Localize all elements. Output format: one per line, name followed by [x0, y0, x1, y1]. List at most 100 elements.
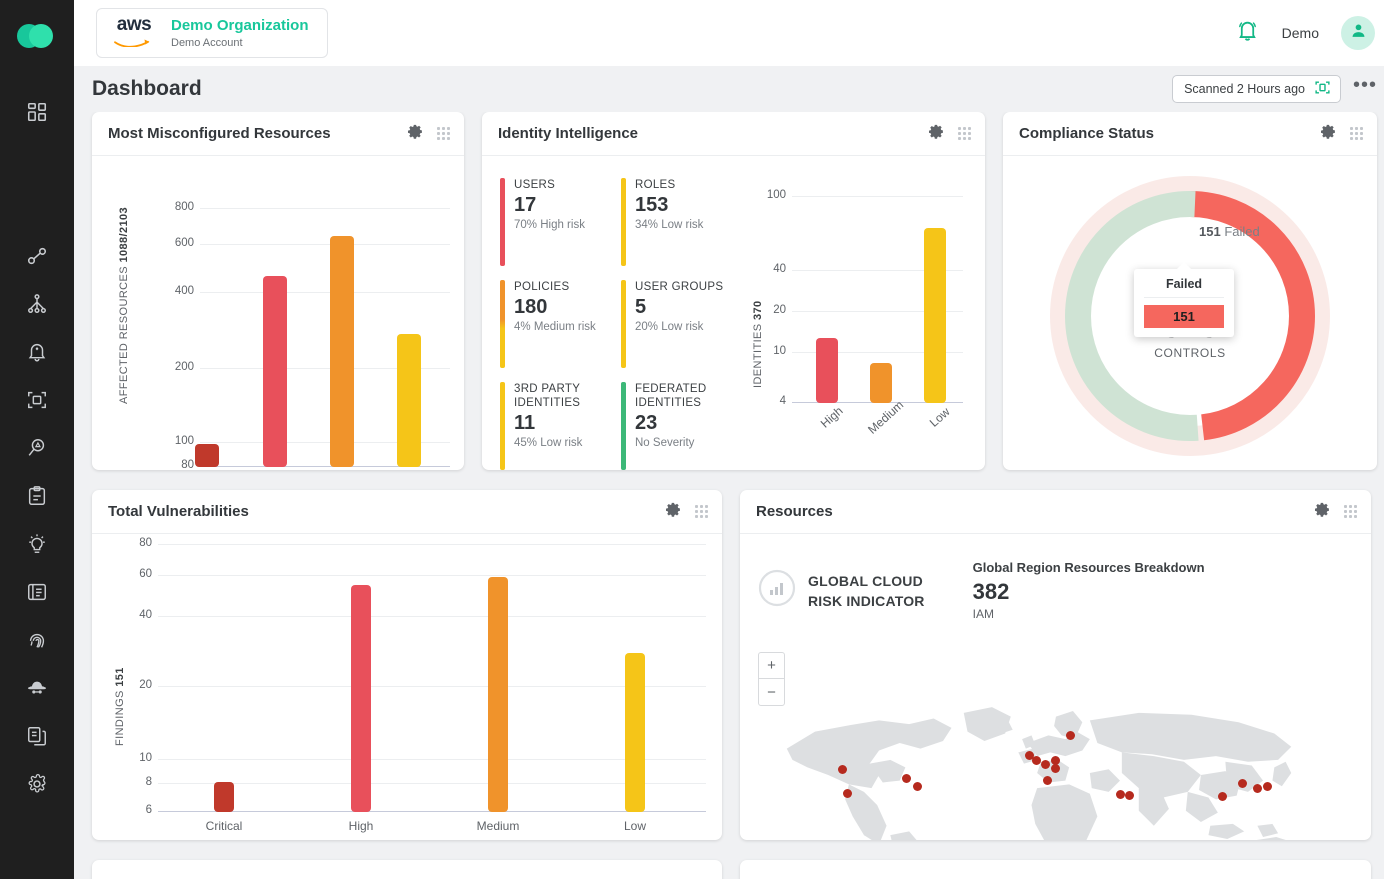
tile-value: 180: [514, 296, 596, 318]
report-list-icon: [26, 581, 48, 603]
map-zoom-in-button[interactable]: +: [759, 653, 784, 679]
bar-high[interactable]: [816, 338, 838, 403]
scan-status-label: Scanned 2 Hours ago: [1184, 82, 1305, 96]
y-tick: 10: [740, 345, 786, 357]
y-tick: 100: [142, 435, 194, 447]
identity-tile-roles[interactable]: ROLES 153 34% Low risk: [621, 178, 732, 266]
gear-icon[interactable]: [1320, 123, 1337, 145]
sidebar-item-insights[interactable]: [0, 520, 74, 568]
bar-low[interactable]: [924, 228, 946, 403]
gear-icon[interactable]: [665, 501, 682, 523]
y-tick: 800: [142, 201, 194, 213]
bar-medium[interactable]: [330, 236, 354, 467]
map-marker[interactable]: [913, 782, 922, 791]
gear-icon[interactable]: [1314, 501, 1331, 523]
tile-value: 17: [514, 194, 585, 216]
sidebar-item-assets[interactable]: [0, 712, 74, 760]
bell-icon[interactable]: [1235, 18, 1260, 48]
cloud-logo[interactable]: [17, 22, 57, 50]
y-tick: 60: [110, 568, 152, 580]
identity-tile-user-groups[interactable]: USER GROUPS 5 20% Low risk: [621, 280, 732, 368]
sidebar-item-alerts[interactable]: [0, 328, 74, 376]
identity-tile-users[interactable]: USERS 17 70% High risk: [500, 178, 611, 266]
gridline: [158, 759, 706, 760]
network-tree-icon: [26, 293, 48, 315]
tile-value: 5: [635, 296, 723, 318]
scan-status-button[interactable]: Scanned 2 Hours ago: [1172, 75, 1341, 103]
drag-grip-icon[interactable]: [958, 127, 971, 140]
sidebar-item-explorer[interactable]: [0, 424, 74, 472]
y-tick: 400: [142, 285, 194, 297]
map-marker[interactable]: [1116, 790, 1125, 799]
map-marker[interactable]: [1125, 791, 1134, 800]
panel-tools: [407, 123, 450, 145]
bar-critical[interactable]: [195, 444, 219, 467]
world-map[interactable]: [740, 694, 1371, 840]
tile-content: USERS 17 70% High risk: [514, 178, 585, 266]
tooltip-value: 151: [1144, 305, 1224, 328]
topbar: aws Demo Organization Demo Account: [74, 0, 1384, 66]
more-options-button[interactable]: •••: [1353, 80, 1377, 98]
y-tick: 600: [142, 237, 194, 249]
map-marker[interactable]: [1218, 792, 1227, 801]
bar-low[interactable]: [625, 653, 645, 812]
failed-label: Failed: [1224, 224, 1259, 239]
identity-tile-3rd-party-identities[interactable]: 3RD PARTY IDENTITIES 11 45% Low risk: [500, 382, 611, 470]
map-marker[interactable]: [1041, 760, 1050, 769]
map-marker[interactable]: [1066, 731, 1075, 740]
map-marker[interactable]: [1032, 756, 1041, 765]
sidebar-item-compliance[interactable]: [0, 472, 74, 520]
sidebar-item-dashboard[interactable]: [0, 88, 74, 136]
map-marker[interactable]: [1051, 764, 1060, 773]
bar-high[interactable]: [263, 276, 287, 467]
user-avatar-icon: [1349, 21, 1368, 45]
drag-grip-icon[interactable]: [1344, 505, 1357, 518]
bar-critical[interactable]: [214, 782, 234, 812]
gear-icon[interactable]: [407, 123, 424, 145]
bar-medium[interactable]: [488, 577, 508, 812]
sidebar: [0, 0, 74, 879]
y-tick: 10: [110, 752, 152, 764]
drag-grip-icon[interactable]: [695, 505, 708, 518]
bar-low[interactable]: [397, 334, 421, 467]
logo-circle-front: [29, 24, 53, 48]
identity-tile-policies[interactable]: POLICIES 180 4% Medium risk: [500, 280, 611, 368]
x-category: Medium: [468, 819, 528, 833]
main-area: aws Demo Organization Demo Account: [74, 0, 1384, 879]
map-marker[interactable]: [1253, 784, 1262, 793]
sidebar-item-network[interactable]: [0, 280, 74, 328]
avatar[interactable]: [1341, 16, 1375, 50]
aws-wordmark: aws: [111, 15, 157, 34]
panel-header: Most Misconfigured Resources: [92, 112, 464, 156]
severity-accent: [500, 382, 505, 470]
map-marker[interactable]: [838, 765, 847, 774]
bar-medium[interactable]: [870, 363, 892, 403]
tile-subtext: 4% Medium risk: [514, 321, 596, 333]
map-marker[interactable]: [1043, 776, 1052, 785]
severity-accent: [621, 178, 626, 266]
map-marker[interactable]: [843, 789, 852, 798]
region-breakdown: Global Region Resources Breakdown 382 IA…: [973, 560, 1205, 621]
sidebar-item-scan[interactable]: [0, 376, 74, 424]
failed-count: 151: [1199, 224, 1221, 239]
sidebar-item-connections[interactable]: [0, 232, 74, 280]
bar-high[interactable]: [351, 585, 371, 812]
drag-grip-icon[interactable]: [437, 127, 450, 140]
sidebar-item-settings[interactable]: [0, 760, 74, 808]
sidebar-item-identity[interactable]: [0, 616, 74, 664]
gear-icon[interactable]: [928, 123, 945, 145]
tooltip-title: Failed: [1144, 277, 1224, 298]
risk-indicator-text: GLOBAL CLOUD RISK INDICATOR: [808, 571, 925, 611]
fingerprint-icon: [26, 629, 48, 651]
gridline: [200, 244, 450, 245]
map-marker[interactable]: [1263, 782, 1272, 791]
sidebar-item-threats[interactable]: [0, 664, 74, 712]
map-marker[interactable]: [1238, 779, 1247, 788]
map-marker[interactable]: [902, 774, 911, 783]
drag-grip-icon[interactable]: [1350, 127, 1363, 140]
sidebar-item-reports[interactable]: [0, 568, 74, 616]
identity-tile-federated-identities[interactable]: FEDERATED IDENTITIES 23 No Severity: [621, 382, 732, 470]
panel-header: Compliance Status: [1003, 112, 1377, 156]
org-selector[interactable]: aws Demo Organization Demo Account: [96, 8, 328, 58]
panel-identity-intelligence: Identity Intelligence: [482, 112, 985, 470]
